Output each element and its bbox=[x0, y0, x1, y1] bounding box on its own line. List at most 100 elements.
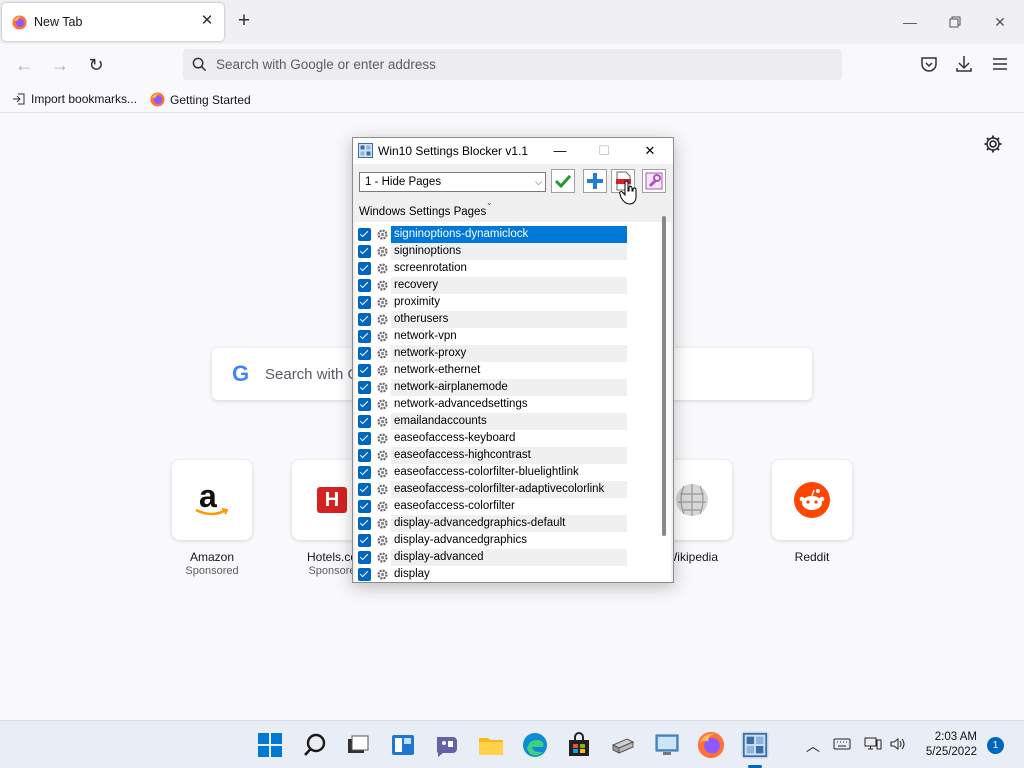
shortcut-amazon[interactable]: a Amazon Sponsored bbox=[172, 460, 252, 577]
checkbox[interactable] bbox=[358, 330, 371, 343]
file-explorer-icon[interactable] bbox=[477, 731, 505, 759]
list-header: Windows Settings Pages bbox=[359, 206, 487, 218]
list-item-label: network-airplanemode bbox=[394, 381, 508, 393]
network-icon[interactable] bbox=[864, 736, 882, 752]
checkbox[interactable] bbox=[358, 449, 371, 462]
gear-icon bbox=[377, 348, 388, 359]
notification-badge[interactable]: 1 bbox=[987, 737, 1004, 754]
list-item[interactable]: proximity bbox=[355, 294, 627, 311]
checkbox[interactable] bbox=[358, 279, 371, 292]
widgets-icon[interactable] bbox=[389, 731, 417, 759]
pocket-icon[interactable] bbox=[918, 53, 940, 75]
reddit-tile[interactable] bbox=[772, 460, 852, 540]
mode-select-value: 1 - Hide Pages bbox=[365, 176, 442, 188]
new-tab-button[interactable]: + bbox=[233, 10, 255, 32]
reload-button[interactable]: ↻ bbox=[83, 52, 109, 78]
gear-icon bbox=[377, 535, 388, 546]
list-item[interactable]: signinoptions bbox=[355, 243, 627, 260]
tab-title: New Tab bbox=[34, 15, 83, 29]
mode-select[interactable]: 1 - Hide Pages ⌵ bbox=[359, 172, 546, 192]
list-item[interactable]: recovery bbox=[355, 277, 627, 294]
checkbox[interactable] bbox=[358, 398, 371, 411]
shortcut-reddit[interactable]: Reddit bbox=[772, 460, 852, 564]
list-item[interactable]: display-advancedgraphics bbox=[355, 532, 627, 549]
checkbox[interactable] bbox=[358, 466, 371, 479]
checkbox[interactable] bbox=[358, 245, 371, 258]
list-item[interactable]: emailandaccounts bbox=[355, 413, 627, 430]
checkbox[interactable] bbox=[358, 483, 371, 496]
list-item[interactable]: display-advanced bbox=[355, 549, 627, 566]
checkbox[interactable] bbox=[358, 568, 371, 581]
checkbox[interactable] bbox=[358, 500, 371, 513]
list-item[interactable]: network-proxy bbox=[355, 345, 627, 362]
list-scrollbar[interactable] bbox=[662, 216, 666, 536]
checkbox[interactable] bbox=[358, 228, 371, 241]
list-item[interactable]: easeofaccess-highcontrast bbox=[355, 447, 627, 464]
bookmark-getting-started[interactable]: Getting Started bbox=[150, 92, 251, 107]
checkbox[interactable] bbox=[358, 262, 371, 275]
gear-icon bbox=[377, 314, 388, 325]
checkbox[interactable] bbox=[358, 313, 371, 326]
list-item[interactable]: display-advancedgraphics-default bbox=[355, 515, 627, 532]
back-button[interactable]: ← bbox=[11, 52, 37, 78]
bookmark-import-label: Import bookmarks... bbox=[31, 92, 138, 106]
store-icon[interactable] bbox=[565, 731, 593, 759]
clock[interactable]: 2:03 AM 5/25/2022 bbox=[915, 730, 977, 760]
list-item[interactable]: network-advancedsettings bbox=[355, 396, 627, 413]
dialog-close-button[interactable]: ✕ bbox=[635, 140, 665, 162]
list-item[interactable]: network-airplanemode bbox=[355, 379, 627, 396]
checkbox[interactable] bbox=[358, 364, 371, 377]
menu-icon[interactable] bbox=[989, 53, 1011, 75]
windows-start-icon[interactable] bbox=[256, 731, 284, 759]
dialog-minimize-button[interactable]: — bbox=[545, 140, 575, 162]
search-icon[interactable] bbox=[301, 731, 329, 759]
checkbox[interactable] bbox=[358, 534, 371, 547]
keyboard-icon[interactable] bbox=[833, 737, 851, 751]
task-view-icon[interactable] bbox=[344, 731, 372, 759]
edge-icon[interactable] bbox=[521, 731, 549, 759]
gear-icon[interactable] bbox=[983, 134, 1003, 154]
gear-icon bbox=[377, 399, 388, 410]
list-item[interactable]: easeofaccess-keyboard bbox=[355, 430, 627, 447]
checkbox[interactable] bbox=[358, 296, 371, 309]
add-button[interactable] bbox=[583, 169, 607, 193]
list-item[interactable]: easeofaccess-colorfilter-adaptivecolorli… bbox=[355, 481, 627, 498]
restore-button[interactable] bbox=[940, 8, 970, 36]
forward-button[interactable]: → bbox=[47, 52, 73, 78]
checkbox[interactable] bbox=[358, 347, 371, 360]
address-placeholder: Search with Google or enter address bbox=[216, 57, 436, 72]
settings-pages-list[interactable]: signinoptions-dynamiclock signinoptions sc… bbox=[355, 222, 671, 582]
close-tab-icon[interactable]: ✕ bbox=[198, 12, 216, 30]
tools-button[interactable] bbox=[642, 169, 666, 193]
apply-button[interactable] bbox=[551, 169, 575, 193]
close-window-button[interactable]: ✕ bbox=[985, 8, 1015, 36]
checkbox[interactable] bbox=[358, 517, 371, 530]
bookmark-import[interactable]: Import bookmarks... bbox=[12, 92, 137, 106]
list-item-label: otherusers bbox=[394, 313, 449, 325]
list-item[interactable]: network-vpn bbox=[355, 328, 627, 345]
checkbox[interactable] bbox=[358, 551, 371, 564]
list-item[interactable]: easeofaccess-colorfilter bbox=[355, 498, 627, 515]
control-panel-icon[interactable] bbox=[653, 731, 681, 759]
list-item[interactable]: display bbox=[355, 566, 627, 583]
downloads-icon[interactable] bbox=[953, 53, 975, 75]
list-item[interactable]: otherusers bbox=[355, 311, 627, 328]
checkbox[interactable] bbox=[358, 415, 371, 428]
amazon-tile[interactable]: a bbox=[172, 460, 252, 540]
checkbox[interactable] bbox=[358, 432, 371, 445]
settings-blocker-taskbar-button[interactable] bbox=[741, 731, 769, 768]
show-hidden-icons-chevron-icon[interactable]: ︿ bbox=[806, 736, 820, 756]
list-item[interactable]: network-ethernet bbox=[355, 362, 627, 379]
tab-new-tab[interactable]: New Tab ✕ bbox=[2, 3, 224, 41]
checkbox[interactable] bbox=[358, 381, 371, 394]
address-bar[interactable]: Search with Google or enter address bbox=[183, 49, 842, 80]
app-drive-icon[interactable] bbox=[609, 731, 637, 759]
firefox-icon[interactable] bbox=[697, 731, 725, 759]
dialog-titlebar[interactable]: Win10 Settings Blocker v1.1 — ☐ ✕ bbox=[353, 138, 673, 164]
minimize-button[interactable]: — bbox=[895, 8, 925, 36]
list-item[interactable]: signinoptions-dynamiclock bbox=[355, 226, 627, 243]
list-item[interactable]: easeofaccess-colorfilter-bluelightlink bbox=[355, 464, 627, 481]
chat-icon[interactable] bbox=[433, 731, 461, 759]
volume-icon[interactable] bbox=[889, 736, 907, 752]
list-item[interactable]: screenrotation bbox=[355, 260, 627, 277]
